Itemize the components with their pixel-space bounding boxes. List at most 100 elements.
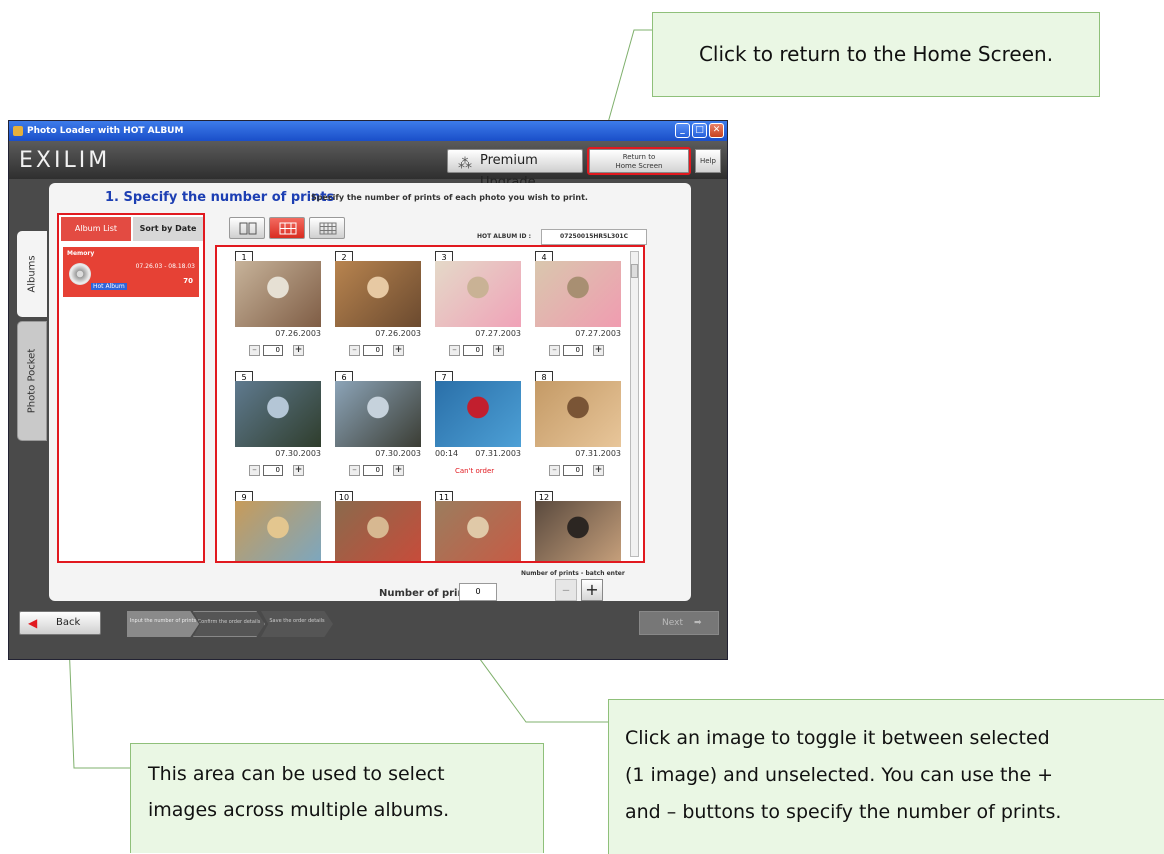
print-count-field[interactable]: 0	[263, 345, 283, 356]
decrement-button[interactable]: –	[549, 345, 560, 356]
increment-button[interactable]: +	[393, 345, 404, 356]
number-of-prints-field[interactable]: 0	[459, 583, 497, 601]
video-duration: 00:14	[435, 449, 459, 458]
maximize-button[interactable]: □	[692, 123, 707, 138]
decrement-button[interactable]: –	[249, 465, 260, 476]
photo-thumbnail[interactable]	[335, 381, 421, 447]
print-count-field[interactable]: 0	[463, 345, 483, 356]
print-count-field[interactable]: 0	[563, 345, 583, 356]
back-label: Back	[56, 617, 81, 628]
callout-grid: Click an image to toggle it between sele…	[608, 699, 1164, 854]
step-title: 1. Specify the number of prints	[105, 190, 335, 205]
photo-grid: 1 07.26.2003–0 +2 07.26.2003–0 +3 07.27.2003–…	[215, 245, 645, 563]
app-window: Photo Loader with HOT ALBUM _ □ ✕ EXILIM…	[8, 120, 728, 660]
grid-dots-icon: ⁂	[458, 156, 472, 172]
increment-button[interactable]: +	[393, 465, 404, 476]
photo-cell[interactable]: 6 07.30.2003–0 +	[335, 371, 425, 489]
app-icon	[13, 126, 23, 136]
tab-photo-pocket[interactable]: Photo Pocket	[17, 321, 47, 441]
callout-home: Click to return to the Home Screen.	[652, 12, 1100, 97]
photo-date: 07.30.2003	[275, 449, 321, 458]
decrement-button[interactable]: –	[449, 345, 460, 356]
view-grid-medium-button[interactable]	[269, 217, 305, 239]
photo-thumbnail[interactable]	[535, 501, 621, 561]
photo-cell[interactable]: 2 07.26.2003–0 +	[335, 251, 425, 369]
print-count-field[interactable]: 0	[563, 465, 583, 476]
print-count-field[interactable]: 0	[263, 465, 283, 476]
tab-albums-label: Albums	[26, 255, 38, 293]
decrement-button[interactable]: –	[349, 345, 360, 356]
photo-date: 07.31.2003	[475, 449, 521, 458]
increment-button[interactable]: +	[593, 345, 604, 356]
increment-button[interactable]: +	[293, 345, 304, 356]
scrollbar-thumb[interactable]	[631, 264, 638, 278]
step-description: Specify the number of prints of each pho…	[311, 193, 588, 202]
print-count-field[interactable]: 0	[363, 345, 383, 356]
photo-date: 07.26.2003	[375, 329, 421, 338]
callout-grid-line1: Click an image to toggle it between sele…	[625, 727, 1050, 749]
grid-scrollbar[interactable]	[630, 251, 639, 557]
view-grid-small-button[interactable]	[309, 217, 345, 239]
album-tag: Hot Album	[91, 283, 127, 290]
decrement-button[interactable]: –	[249, 345, 260, 356]
return-home-highlight	[587, 147, 691, 175]
print-count-field[interactable]: 0	[363, 465, 383, 476]
photo-date: 07.26.2003	[275, 329, 321, 338]
crumb-input-prints: Input the number of prints	[127, 611, 199, 637]
view-single-button[interactable]	[229, 217, 265, 239]
title-bar: Photo Loader with HOT ALBUM _ □ ✕	[9, 121, 727, 141]
photo-thumbnail[interactable]	[235, 501, 321, 561]
tab-albums[interactable]: Albums	[17, 231, 47, 317]
increment-button[interactable]: +	[293, 465, 304, 476]
photo-cell[interactable]: 11	[435, 491, 525, 561]
cd-icon	[69, 263, 91, 285]
photo-date: 07.27.2003	[575, 329, 621, 338]
single-view-icon	[239, 222, 257, 235]
close-button[interactable]: ✕	[709, 123, 724, 138]
photo-thumbnail[interactable]	[435, 381, 521, 447]
header-bar: EXILIM ⁂ Premium Upgrade Return to Home …	[9, 141, 727, 190]
window-title: Photo Loader with HOT ALBUM	[27, 126, 184, 136]
cant-order-label: Can't order	[455, 467, 495, 475]
tab-album-list[interactable]: Album List	[61, 217, 131, 241]
photo-thumbnail[interactable]	[535, 381, 621, 447]
crumb-save-order: Save the order details	[261, 611, 333, 637]
photo-thumbnail[interactable]	[335, 501, 421, 561]
callout-grid-line2: (1 image) and unselected. You can use th…	[625, 764, 1054, 786]
grid-small-icon	[319, 222, 337, 235]
decrement-button[interactable]: –	[349, 465, 360, 476]
tab-sort-by-date[interactable]: Sort by Date	[133, 217, 203, 241]
batch-minus-button[interactable]: –	[555, 579, 577, 601]
photo-cell[interactable]: 8 07.31.2003–0 +	[535, 371, 625, 489]
callout-home-text: Click to return to the Home Screen.	[698, 42, 1054, 66]
photo-thumbnail[interactable]	[435, 261, 521, 327]
photo-thumbnail[interactable]	[235, 261, 321, 327]
photo-thumbnail[interactable]	[235, 381, 321, 447]
next-button[interactable]: Next ➡	[639, 611, 719, 635]
photo-cell[interactable]: 5 07.30.2003–0 +	[235, 371, 325, 489]
album-name: Memory	[67, 250, 95, 257]
crumb-confirm-order: Confirm the order details	[193, 611, 265, 637]
decrement-button[interactable]: –	[549, 465, 560, 476]
photo-cell[interactable]: 4 07.27.2003–0 +	[535, 251, 625, 369]
photo-cell[interactable]: 10	[335, 491, 425, 561]
help-button[interactable]: Help	[695, 149, 721, 173]
batch-plus-button[interactable]: +	[581, 579, 603, 601]
photo-cell[interactable]: 1 07.26.2003–0 +	[235, 251, 325, 369]
callout-grid-line3: and – buttons to specify the number of p…	[625, 801, 1062, 823]
increment-button[interactable]: +	[493, 345, 504, 356]
photo-cell[interactable]: 3 07.27.2003–0 +	[435, 251, 525, 369]
album-item[interactable]: Memory 07.26.03 - 08.18.03 70 Hot Album	[63, 247, 199, 297]
minimize-button[interactable]: _	[675, 123, 690, 138]
increment-button[interactable]: +	[593, 465, 604, 476]
back-button[interactable]: ◀ Back	[19, 611, 101, 635]
photo-thumbnail[interactable]	[535, 261, 621, 327]
photo-cell[interactable]: 12	[535, 491, 625, 561]
album-list-panel: Album List Sort by Date Memory 07.26.03 …	[57, 213, 205, 563]
premium-upgrade-button[interactable]: ⁂ Premium Upgrade	[447, 149, 583, 190]
photo-thumbnail[interactable]	[435, 501, 521, 561]
photo-cell[interactable]: 9	[235, 491, 325, 561]
photo-cell[interactable]: 7 00:14 07.31.2003 Can't order	[435, 371, 525, 489]
photo-date: 07.27.2003	[475, 329, 521, 338]
photo-thumbnail[interactable]	[335, 261, 421, 327]
